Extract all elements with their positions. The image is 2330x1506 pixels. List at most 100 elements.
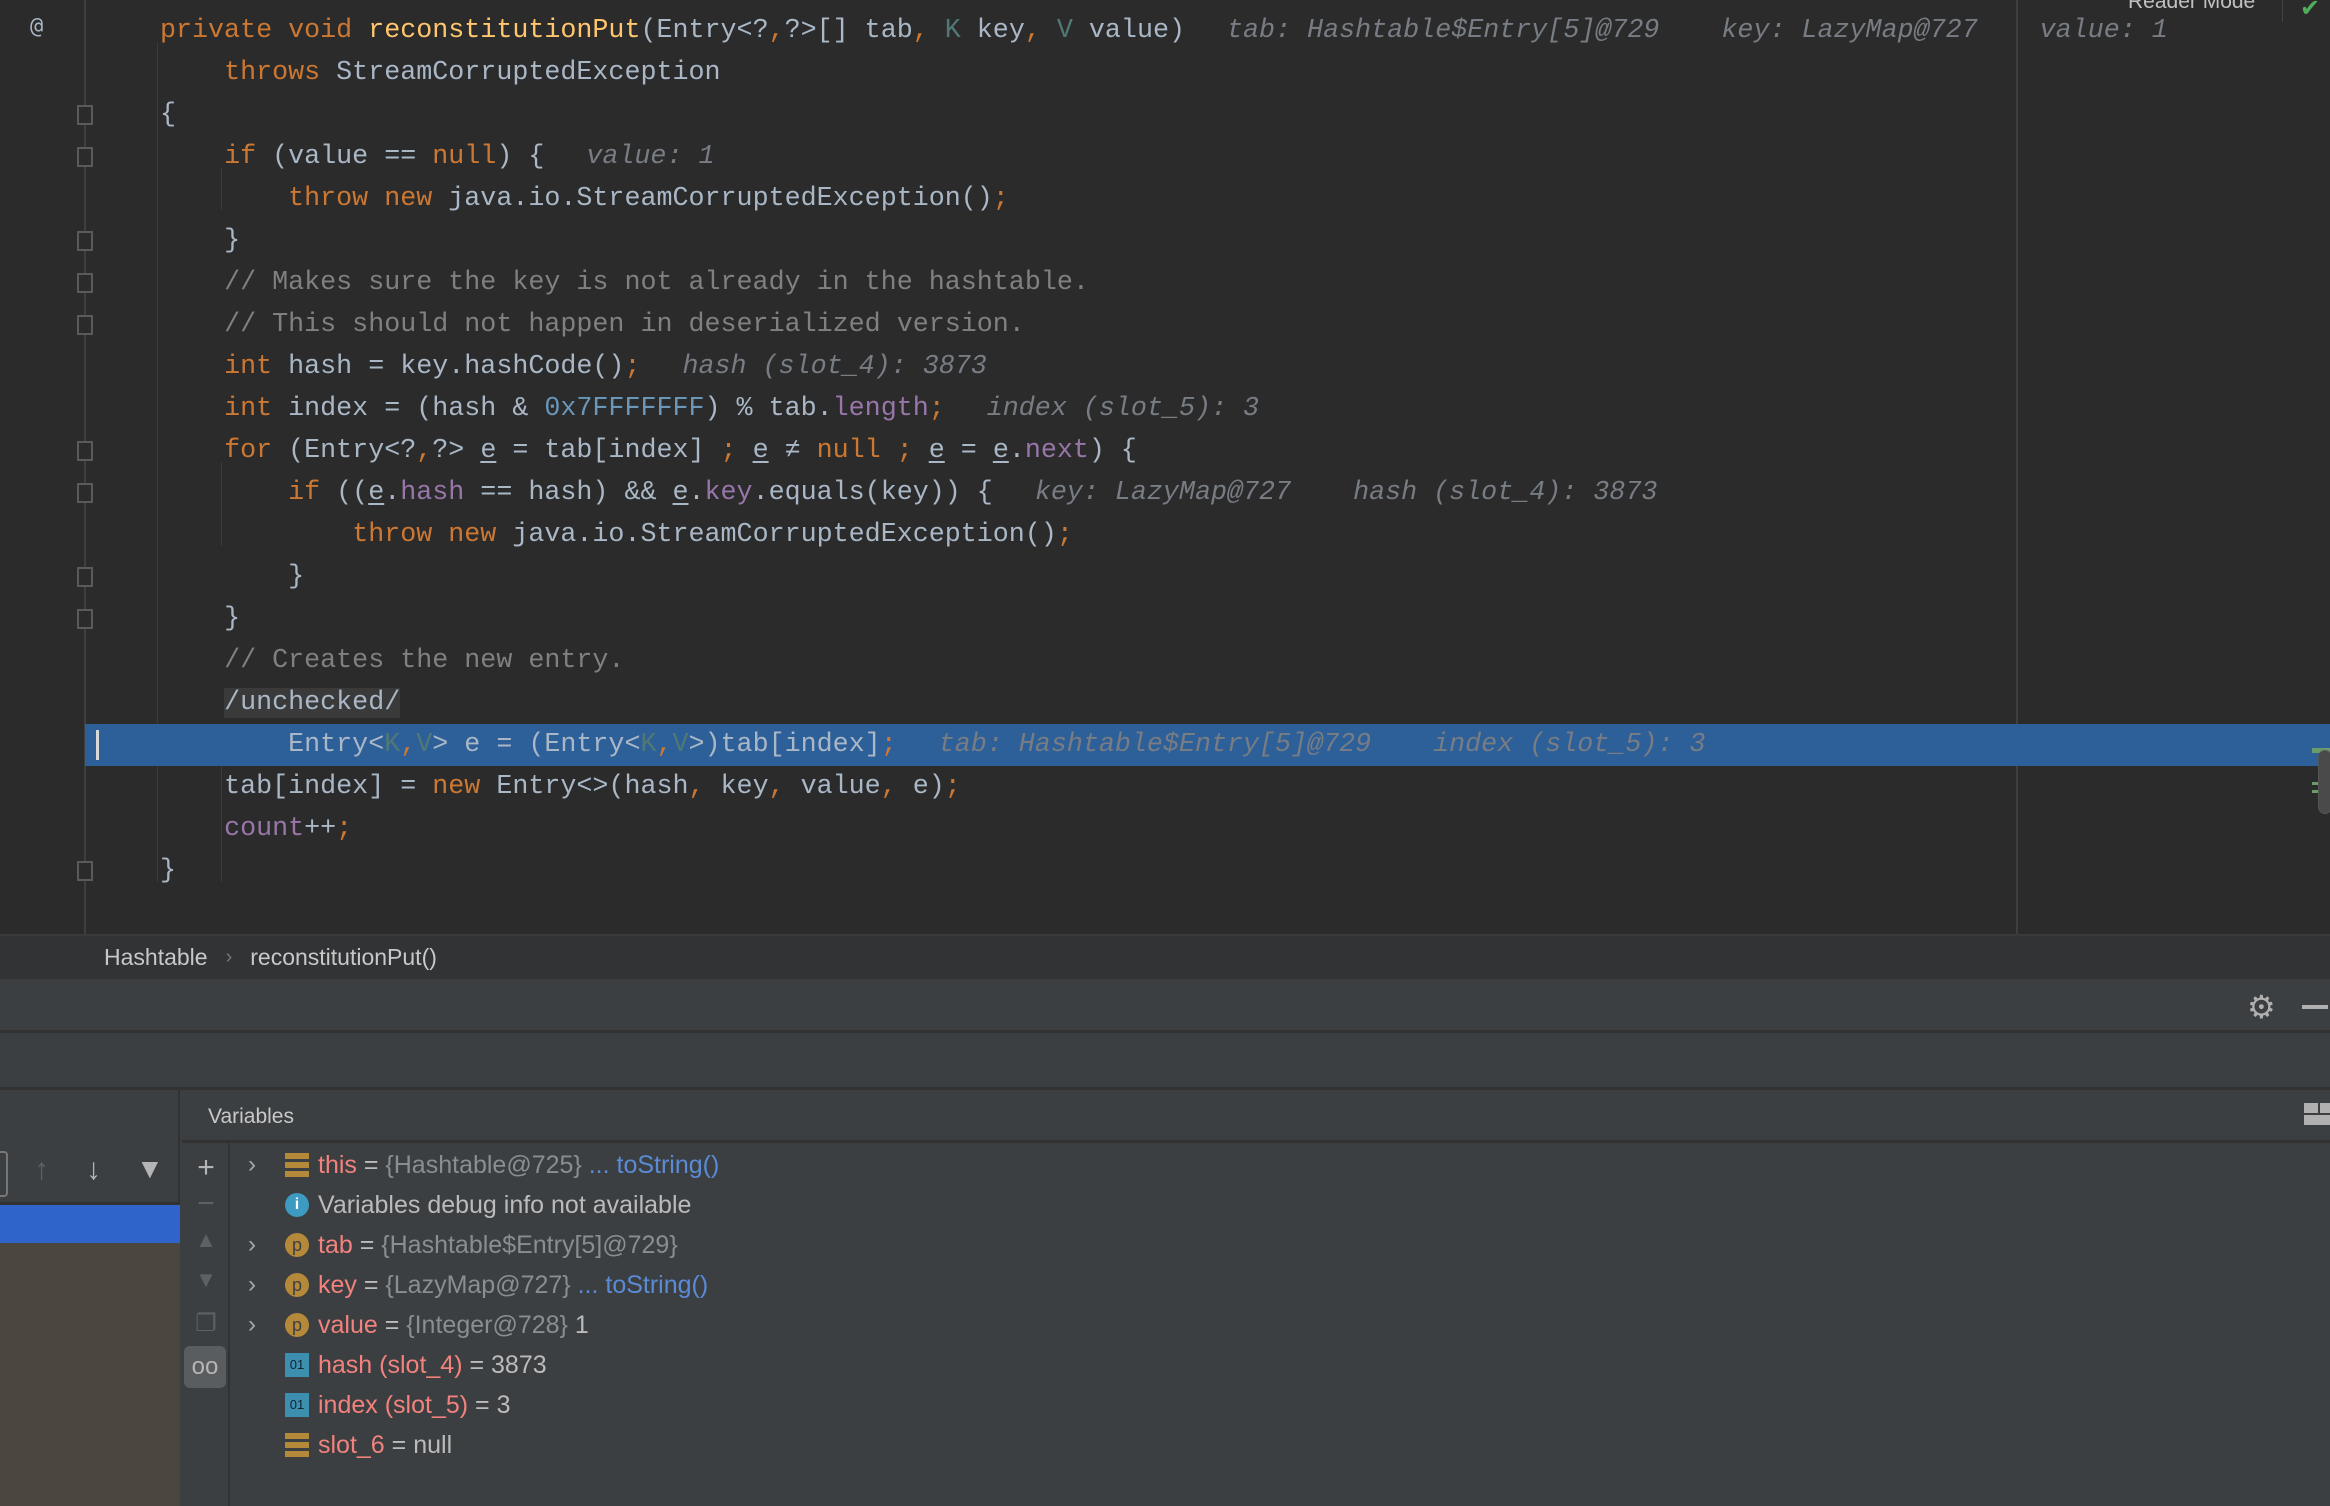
code-line[interactable]: } (0, 220, 2330, 262)
code-line[interactable]: throw new java.io.StreamCorruptedExcepti… (0, 514, 2330, 556)
filter-icon[interactable]: ▼ (136, 1153, 164, 1185)
code-token: (value == (272, 142, 433, 172)
to-string-link[interactable]: ... toString() (582, 1151, 720, 1179)
code-line[interactable]: } (0, 556, 2330, 598)
code-line[interactable]: for (Entry<?,?> e = tab[index] ; e ≠ nul… (0, 430, 2330, 472)
code-text: if (value == null) {value: 1 (160, 136, 714, 178)
chevron-right-icon[interactable]: › (248, 1265, 256, 1305)
variable-name: tab (318, 1231, 353, 1259)
code-line[interactable]: int hash = key.hashCode(); hash (slot_4):… (0, 346, 2330, 388)
copy-icon[interactable]: ❐ (182, 1309, 230, 1338)
code-line[interactable]: /unchecked/ (0, 682, 2330, 724)
variable-text: Variables debug info not available (318, 1185, 691, 1225)
inline-debug-value: index (slot_5): 3 (986, 394, 1260, 424)
arrow-up-icon[interactable]: ↑ (34, 1153, 49, 1187)
fold-marker-icon[interactable] (77, 147, 93, 167)
editor-scrollbar[interactable] (2318, 750, 2330, 814)
fold-marker-icon[interactable] (77, 105, 93, 125)
variable-name: index (slot_5) (318, 1391, 469, 1419)
equals-sign: = (352, 1231, 382, 1259)
code-line[interactable]: } (0, 598, 2330, 640)
code-text: count++; (160, 808, 352, 850)
code-token: , (1024, 16, 1057, 46)
text-caret (96, 730, 99, 760)
thread-selector[interactable] (0, 1151, 8, 1197)
code-editor[interactable]: @ private void reconstitutionPut(Entry<?… (0, 0, 2330, 934)
fold-marker-icon[interactable] (77, 861, 93, 881)
divider (2282, 0, 2283, 22)
frame-item-selected[interactable] (0, 1205, 180, 1243)
fold-marker-icon[interactable] (77, 231, 93, 251)
code-line[interactable]: { (0, 94, 2330, 136)
chevron-right-icon[interactable]: › (248, 1145, 256, 1185)
code-text: } (160, 850, 176, 892)
code-token: null (816, 436, 897, 466)
code-token: ?>[] tab (784, 16, 913, 46)
code-line[interactable]: tab[index] = new Entry<>(hash, key, valu… (0, 766, 2330, 808)
fold-marker-icon[interactable] (77, 315, 93, 335)
code-token: ?> (432, 436, 481, 466)
code-token: . (688, 478, 705, 508)
add-watch-icon[interactable]: + (182, 1151, 230, 1185)
inline-debug-value: hash (slot_4): 3873 (1353, 478, 1658, 508)
code-line[interactable]: if (value == null) {value: 1 (0, 136, 2330, 178)
code-line[interactable]: // This should not happen in deserialize… (0, 304, 2330, 346)
current-execution-line[interactable]: Entry<K,V> e = (Entry<K,V>)tab[index]; ta… (85, 724, 2330, 766)
code-token: , (880, 772, 913, 802)
code-token: java.io.StreamCorruptedException() (448, 184, 993, 214)
code-line[interactable]: throw new java.io.StreamCorruptedExcepti… (0, 178, 2330, 220)
breadcrumb-method[interactable]: reconstitutionPut() (250, 944, 437, 971)
code-text: private void reconstitutionPut(Entry<?,?… (160, 10, 2168, 52)
code-line[interactable]: // Creates the new entry. (0, 640, 2330, 682)
to-string-link[interactable]: ... toString() (571, 1271, 709, 1299)
code-token: ; (880, 730, 897, 760)
code-token: tab[index] = (224, 772, 433, 802)
code-token: key (976, 16, 1025, 46)
fold-marker-icon[interactable] (77, 567, 93, 587)
code-text: int hash = key.hashCode(); hash (slot_4):… (160, 346, 987, 388)
code-token: , (416, 436, 433, 466)
code-text: } (160, 556, 304, 598)
inline-debug-value: tab: Hashtable$Entry[5]@729 (938, 730, 1372, 760)
debug-toolbar: ⚙ (0, 979, 2330, 1033)
remove-watch-icon[interactable]: − (182, 1187, 230, 1221)
frames-panel: ↑ ↓ ▼ (0, 1090, 180, 1506)
equals-sign: = (462, 1351, 492, 1379)
code-token: ; (944, 772, 961, 802)
fold-marker-icon[interactable] (77, 273, 93, 293)
move-up-icon[interactable]: ▲ (182, 1227, 230, 1253)
code-line[interactable]: if ((e.hash == hash) && e.key.equals(key… (0, 472, 2330, 514)
code-line[interactable]: private void reconstitutionPut(Entry<?,?… (0, 10, 2330, 52)
chevron-right-icon[interactable]: › (248, 1225, 256, 1265)
move-down-icon[interactable]: ▼ (182, 1267, 230, 1293)
fold-marker-icon[interactable] (77, 441, 93, 461)
chevron-right-icon[interactable]: › (248, 1305, 256, 1345)
arrow-down-icon[interactable]: ↓ (86, 1153, 101, 1187)
glasses-icon[interactable]: oo (184, 1346, 226, 1388)
code-text: // Makes sure the key is not already in … (160, 262, 1089, 304)
reader-mode-button[interactable]: Reader Mode (2128, 0, 2255, 14)
code-line[interactable]: count++; (0, 808, 2330, 850)
minimize-icon[interactable] (2302, 1005, 2328, 1009)
code-text: } (160, 598, 240, 640)
code-token: 0x7FFFFFFF (544, 394, 705, 424)
gear-icon[interactable]: ⚙ (2247, 988, 2276, 1026)
code-token: Entry<>(hash (496, 772, 689, 802)
breadcrumb-class[interactable]: Hashtable (104, 944, 208, 971)
code-line[interactable]: } (0, 850, 2330, 892)
code-line[interactable]: throws StreamCorruptedException (0, 52, 2330, 94)
inspection-ok-icon[interactable]: ✔ (2300, 0, 2320, 23)
variable-text: slot_6 = null (318, 1425, 452, 1465)
code-token: } (224, 226, 241, 256)
code-token: , (656, 730, 673, 760)
code-token: Entry< (288, 730, 385, 760)
code-line[interactable]: int index = (hash & 0x7FFFFFFF) % tab.le… (0, 388, 2330, 430)
fold-marker-icon[interactable] (77, 609, 93, 629)
code-line[interactable]: // Makes sure the key is not already in … (0, 262, 2330, 304)
code-token: ; (624, 352, 641, 382)
code-token: ; (928, 394, 945, 424)
code-token: ++ (304, 814, 337, 844)
fold-marker-icon[interactable] (77, 483, 93, 503)
primitive-icon: 01 (285, 1353, 309, 1377)
code-token: reconstitutionPut (368, 16, 641, 46)
